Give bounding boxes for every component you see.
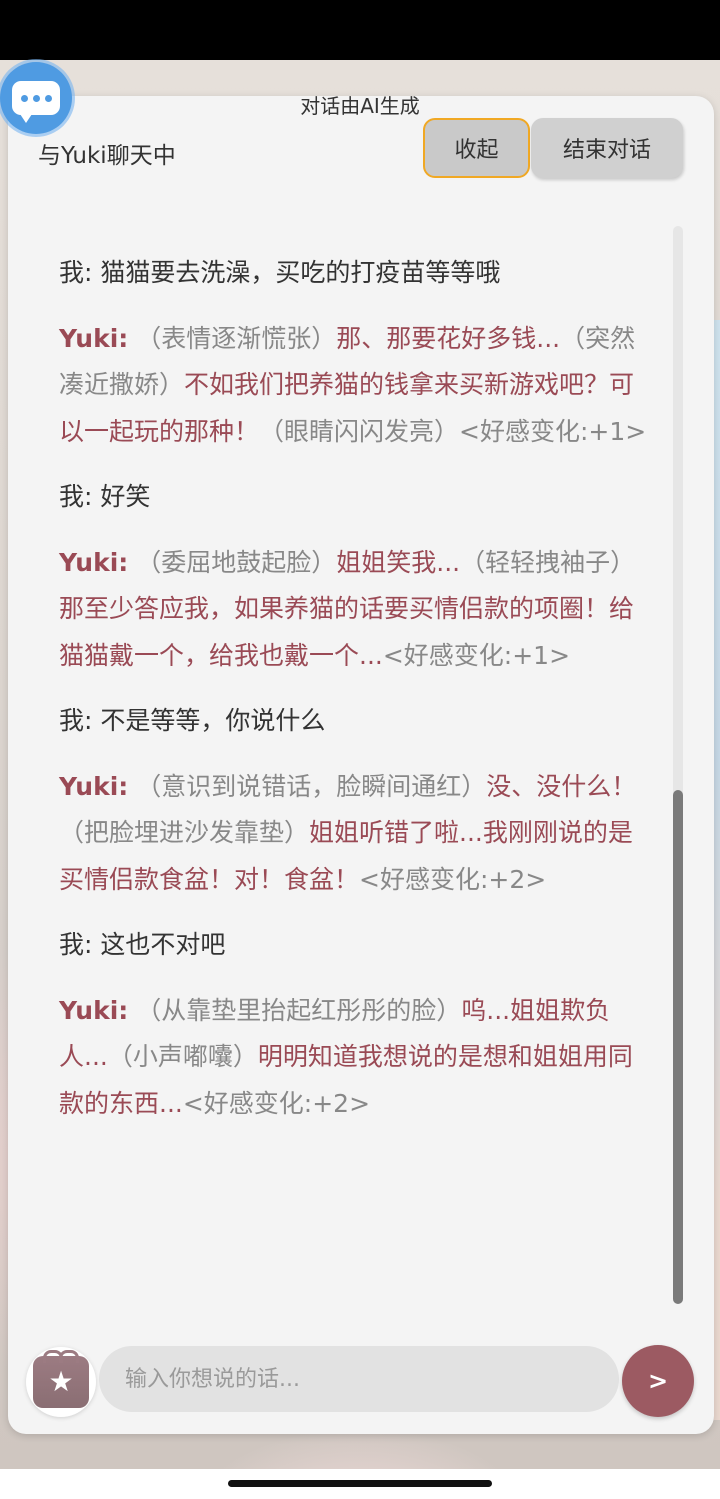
message-action: （委屈地鼓起脸） [136, 547, 337, 577]
ai-disclaimer: 对话由AI生成 [300, 94, 420, 118]
speaker-label: Yuki: [59, 995, 129, 1025]
message-tag: <好感变化:+1> [382, 640, 571, 670]
speaker-label: Yuki: [59, 323, 129, 353]
user-message: 我: 这也不对吧 [59, 922, 649, 969]
send-button[interactable]: > [622, 1345, 694, 1417]
message-action: （小声嘟囔） [107, 1042, 258, 1071]
message-input[interactable] [99, 1346, 619, 1412]
gift-button[interactable]: ★ [26, 1347, 96, 1417]
star-icon: ★ [48, 1365, 74, 1398]
message-action: （眼睛闪闪发亮） [259, 416, 460, 446]
collapse-button[interactable]: 收起 [423, 118, 530, 178]
chat-title: 与Yuki聊天中 [38, 143, 176, 169]
yuki-message: Yuki: （委屈地鼓起脸）姐姐笑我...（轻轻拽袖子）那至少答应我，如果养猫的… [59, 540, 649, 680]
message-tag: <好感变化:+1> [459, 416, 647, 446]
message-tag: <好感变化:+2> [182, 1088, 371, 1118]
background-edge [714, 320, 720, 1420]
speaker-label: 我: [59, 706, 93, 735]
home-indicator[interactable] [228, 1480, 492, 1487]
message-speech: 没、没什么！ [486, 771, 637, 801]
user-message: 我: 好笑 [59, 474, 649, 521]
yuki-message: Yuki: （从靠垫里抬起红彤彤的脸）呜...姐姐欺负人...（小声嘟囔）明明知… [59, 988, 649, 1128]
scrollbar-thumb[interactable] [673, 790, 683, 1304]
yuki-message: Yuki: （表情逐渐慌张）那、那要花好多钱...（突然凑近撒娇）不如我们把养猫… [59, 316, 649, 456]
message-action: （把脸埋进沙发靠垫） [59, 818, 310, 847]
end-conversation-button[interactable]: 结束对话 [531, 118, 683, 178]
user-message: 我: 猫猫要去洗澡，买吃的打疫苗等等哦 [59, 250, 649, 297]
speaker-label: 我: [59, 482, 93, 511]
yuki-message: Yuki: （意识到说错话，脸瞬间通红）没、没什么！（把脸埋进沙发靠垫）姐姐听错… [59, 764, 649, 904]
speaker-label: Yuki: [59, 771, 129, 801]
message-action: （表情逐渐慌张） [136, 323, 337, 353]
message-me-text: 猫猫要去洗澡，买吃的打疫苗等等哦 [100, 258, 501, 287]
message-speech: 那、那要花好多钱... [336, 323, 561, 353]
speaker-label: 我: [59, 258, 93, 287]
message-action: （意识到说错话，脸瞬间通红） [136, 771, 487, 801]
message-speech: 姐姐笑我... [336, 547, 461, 577]
message-me-text: 不是等等，你说什么 [100, 706, 326, 735]
chat-bubble-icon [12, 81, 60, 123]
speaker-label: 我: [59, 930, 93, 959]
user-message: 我: 不是等等，你说什么 [59, 698, 649, 745]
message-tag: <好感变化:+2> [359, 864, 547, 894]
floating-chat-button[interactable] [0, 62, 72, 134]
speaker-label: Yuki: [59, 547, 129, 577]
status-bar [0, 0, 720, 60]
message-list: 我: 猫猫要去洗澡，买吃的打疫苗等等哦 Yuki: （表情逐渐慌张）那、那要花好多… [59, 250, 649, 1146]
gift-icon: ★ [33, 1350, 89, 1408]
message-action: （轻轻拽袖子） [460, 547, 636, 577]
message-me-text: 好笑 [100, 482, 151, 511]
message-action: （从靠垫里抬起红彤彤的脸） [136, 995, 462, 1025]
message-me-text: 这也不对吧 [100, 930, 226, 959]
